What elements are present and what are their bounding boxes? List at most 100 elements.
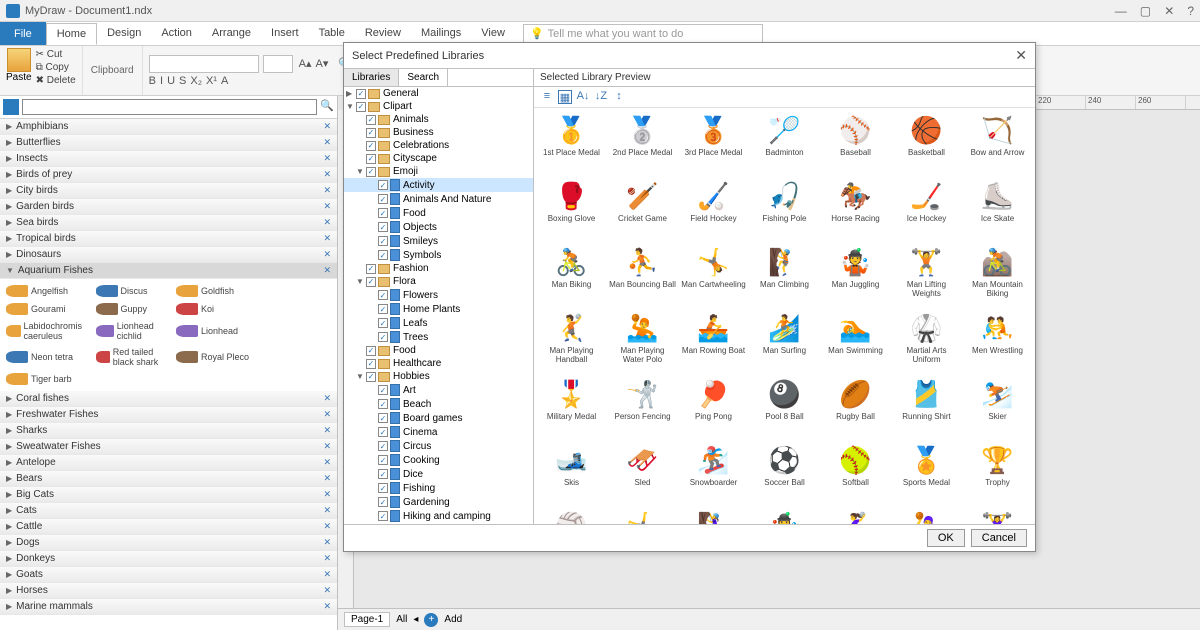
tree-node[interactable]: ✓Home Plants (344, 302, 533, 316)
shape-item[interactable]: Gourami (4, 301, 92, 317)
tree-checkbox[interactable]: ✓ (366, 141, 376, 151)
category-item[interactable]: ▶Garden birds✕ (0, 199, 337, 215)
tree-node[interactable]: ✓Art (344, 383, 533, 397)
category-item[interactable]: ▶Cattle✕ (0, 519, 337, 535)
shape-item[interactable]: Goldfish (174, 283, 252, 299)
tree-checkbox[interactable]: ✓ (366, 167, 376, 177)
close-category-icon[interactable]: ✕ (323, 265, 331, 276)
tree-node[interactable]: ✓Smileys (344, 234, 533, 248)
shape-item[interactable]: Red tailed black shark (94, 345, 172, 369)
close-category-icon[interactable]: ✕ (323, 553, 331, 564)
tree-checkbox[interactable]: ✓ (366, 277, 376, 287)
close-category-icon[interactable]: ✕ (323, 393, 331, 404)
tree-node[interactable]: ✓Business (344, 126, 533, 139)
tell-me-box[interactable]: 💡 Tell me what you want to do (523, 24, 763, 43)
tree-node[interactable]: ✓Flowers (344, 288, 533, 302)
tree-checkbox[interactable]: ✓ (378, 441, 388, 451)
tree-node[interactable]: ✓Hiking and camping (344, 509, 533, 523)
tree-checkbox[interactable]: ✓ (366, 115, 376, 125)
sort-asc-icon[interactable]: A↓ (576, 90, 590, 104)
shape-item[interactable]: Discus (94, 283, 172, 299)
shape-item[interactable]: Neon tetra (4, 345, 92, 369)
library-item[interactable]: 🏏Cricket Game (609, 178, 676, 242)
file-menu[interactable]: File (0, 22, 46, 45)
library-item[interactable]: 🏹Bow and Arrow (964, 112, 1031, 176)
library-item[interactable]: 🤽Man Playing Water Polo (609, 310, 676, 374)
format-b-button[interactable]: B (149, 75, 156, 87)
shape-item[interactable]: Angelfish (4, 283, 92, 299)
tree-node[interactable]: ✓Leafs (344, 316, 533, 330)
close-category-icon[interactable]: ✕ (323, 521, 331, 532)
library-item[interactable]: ⛸️Ice Skate (964, 178, 1031, 242)
tree-checkbox[interactable]: ✓ (378, 318, 388, 328)
close-category-icon[interactable]: ✕ (323, 249, 331, 260)
close-category-icon[interactable]: ✕ (323, 201, 331, 212)
menu-tab-arrange[interactable]: Arrange (202, 23, 261, 45)
tree-node[interactable]: ✓Activity (344, 178, 533, 192)
tree-checkbox[interactable]: ✓ (356, 89, 366, 99)
add-page-icon[interactable]: + (424, 613, 438, 627)
tree-checkbox[interactable]: ✓ (378, 483, 388, 493)
tree-checkbox[interactable]: ✓ (378, 469, 388, 479)
tree-node[interactable]: ✓Board games (344, 411, 533, 425)
library-item[interactable]: 🏄Man Surfing (751, 310, 818, 374)
library-item[interactable]: 🏂Snowboarder (680, 442, 747, 506)
library-item[interactable]: 🤾Man Playing Handball (538, 310, 605, 374)
category-item[interactable]: ▶Sweatwater Fishes✕ (0, 439, 337, 455)
category-item[interactable]: ▶Freshwater Fishes✕ (0, 407, 337, 423)
prev-page-icon[interactable]: ◂ (413, 614, 418, 625)
close-category-icon[interactable]: ✕ (323, 601, 331, 612)
cancel-button[interactable]: Cancel (971, 529, 1027, 547)
shape-item[interactable]: Guppy (94, 301, 172, 317)
close-category-icon[interactable]: ✕ (323, 217, 331, 228)
tree-node[interactable]: ✓Food (344, 206, 533, 220)
font-size-select[interactable] (263, 55, 293, 73)
library-item[interactable]: 🧗Man Climbing (751, 244, 818, 308)
tree-checkbox[interactable]: ✓ (366, 128, 376, 138)
sort-desc-icon[interactable]: ↓Z (594, 90, 608, 104)
format-x₂-button[interactable]: X₂ (190, 75, 202, 87)
tree-checkbox[interactable]: ✓ (356, 102, 366, 112)
close-category-icon[interactable]: ✕ (323, 121, 331, 132)
library-item[interactable]: 🤽‍♀️ (893, 508, 960, 524)
library-item[interactable]: 🥇1st Place Medal (538, 112, 605, 176)
library-item[interactable]: 🏓Ping Pong (680, 376, 747, 440)
tab-search[interactable]: Search (399, 69, 448, 86)
tree-checkbox[interactable]: ✓ (378, 236, 388, 246)
tree-node[interactable]: ✓Food (344, 344, 533, 357)
format-i-button[interactable]: I (160, 75, 163, 87)
library-item[interactable]: 🏆Trophy (964, 442, 1031, 506)
library-item[interactable]: 🧗‍♀️ (680, 508, 747, 524)
tree-toggle-icon[interactable]: ▼ (356, 167, 366, 176)
format-u-button[interactable]: U (167, 75, 175, 87)
library-item[interactable]: 🏸Badminton (751, 112, 818, 176)
library-item[interactable]: 🤾‍♀️ (822, 508, 889, 524)
close-category-icon[interactable]: ✕ (323, 153, 331, 164)
tree-checkbox[interactable]: ✓ (366, 154, 376, 164)
library-item[interactable]: 🏋️‍♀️ (964, 508, 1031, 524)
menu-tab-design[interactable]: Design (97, 23, 151, 45)
tree-node[interactable]: ✓Gardening (344, 495, 533, 509)
all-pages-label[interactable]: All (396, 614, 407, 625)
tree-checkbox[interactable]: ✓ (378, 413, 388, 423)
view-grid-icon[interactable]: ▦ (558, 90, 572, 104)
tree-checkbox[interactable]: ✓ (378, 304, 388, 314)
close-category-icon[interactable]: ✕ (323, 505, 331, 516)
category-item[interactable]: ▶Sea birds✕ (0, 215, 337, 231)
tree-checkbox[interactable]: ✓ (378, 427, 388, 437)
tree-node[interactable]: ▼✓Hobbies (344, 370, 533, 383)
close-category-icon[interactable]: ✕ (323, 185, 331, 196)
shape-item[interactable]: Lionhead (174, 319, 252, 343)
close-category-icon[interactable]: ✕ (323, 569, 331, 580)
library-item[interactable]: 🎖️Military Medal (538, 376, 605, 440)
cut-button[interactable]: ✂ Cut (36, 49, 76, 60)
library-item[interactable]: 🤺Person Fencing (609, 376, 676, 440)
page-tab[interactable]: Page-1 (344, 612, 390, 627)
category-item[interactable]: ▶Butterflies✕ (0, 135, 337, 151)
library-item[interactable]: 🎣Fishing Pole (751, 178, 818, 242)
close-category-icon[interactable]: ✕ (323, 169, 331, 180)
ok-button[interactable]: OK (927, 529, 965, 547)
maximize-icon[interactable]: ▢ (1140, 4, 1151, 18)
library-item[interactable]: 🚵Man Mountain Biking (964, 244, 1031, 308)
tree-checkbox[interactable]: ✓ (366, 359, 376, 369)
